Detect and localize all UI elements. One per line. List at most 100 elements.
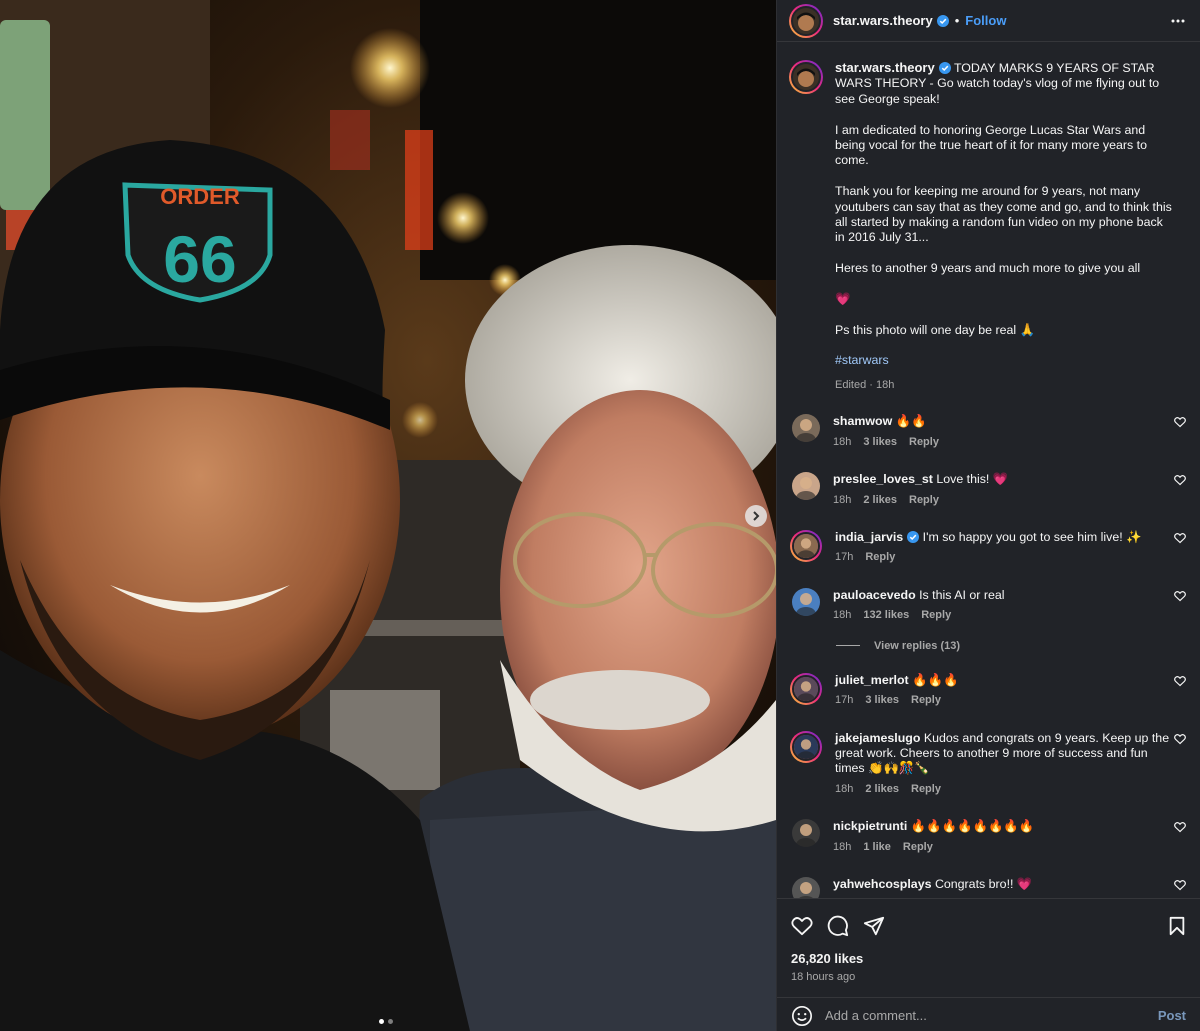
photo-scene: ORDER 66: [0, 0, 776, 1031]
comment-like-icon[interactable]: [1174, 821, 1186, 836]
post-footer: 26,820 likes 18 hours ago Post: [777, 898, 1200, 1026]
comment-body: india_jarvis I'm so happy you got to see…: [835, 530, 1170, 566]
commenter-avatar[interactable]: [790, 530, 822, 563]
avatar-image: [794, 534, 818, 559]
comment-text: 🔥🔥: [895, 414, 927, 429]
avatar-image: [792, 414, 820, 443]
comment-like-icon[interactable]: [1174, 532, 1186, 547]
comment-username[interactable]: preslee_loves_st: [833, 472, 933, 486]
reply-button[interactable]: Reply: [909, 494, 939, 506]
commenter-avatar[interactable]: [792, 876, 820, 898]
commenter-avatar[interactable]: [792, 414, 820, 443]
likes-count[interactable]: 26,820 likes: [791, 951, 1186, 966]
comment-like-icon[interactable]: [1174, 879, 1186, 894]
comment-time[interactable]: 17h: [835, 551, 853, 563]
reply-button[interactable]: Reply: [909, 436, 939, 448]
avatar-image: [792, 876, 820, 898]
author-avatar[interactable]: [789, 3, 823, 38]
reply-button[interactable]: Reply: [911, 783, 941, 795]
comment-meta: 18h 132 likes Reply: [833, 608, 1168, 623]
comment-likes[interactable]: 1 like: [863, 841, 891, 853]
comment-item: pauloacevedo Is this AI or real 18h 132 li…: [789, 587, 1186, 624]
carousel-dots: [379, 1019, 393, 1024]
reply-button[interactable]: Reply: [911, 694, 941, 706]
comment-likes[interactable]: 3 likes: [863, 436, 897, 448]
reply-button[interactable]: Reply: [865, 551, 895, 563]
comment-username[interactable]: india_jarvis: [835, 530, 903, 544]
next-photo-button[interactable]: [745, 505, 767, 527]
more-options-icon[interactable]: [1170, 13, 1186, 29]
view-replies-label: View replies (13): [874, 639, 961, 652]
caption: star.wars.theory TODAY MARKS 9 YEARS OF …: [789, 60, 1186, 393]
comment-text: Is this AI or real: [919, 587, 1005, 602]
commenter-avatar[interactable]: [792, 587, 820, 616]
hashtag-link[interactable]: #starwars: [835, 353, 889, 367]
comment-text: 🔥🔥🔥🔥🔥🔥🔥🔥: [910, 819, 1035, 834]
comment-like-icon[interactable]: [1174, 474, 1186, 489]
view-replies-button[interactable]: View replies (13): [836, 640, 1186, 652]
carousel-dot-1[interactable]: [379, 1019, 384, 1024]
comment-like-icon[interactable]: [1174, 416, 1186, 431]
comment-item: yahwehcosplays Congrats bro!! 💗16h2 like…: [789, 876, 1186, 898]
comment-username[interactable]: shamwow: [833, 414, 892, 428]
comment-likes[interactable]: 2 likes: [863, 494, 897, 506]
comment-likes[interactable]: 2 likes: [865, 783, 899, 795]
comment-username[interactable]: juliet_merlot: [835, 673, 909, 687]
comment-item: nickpietrunti 🔥🔥🔥🔥🔥🔥🔥🔥 18h 1 like Reply: [789, 819, 1186, 855]
post-time[interactable]: 18 hours ago: [791, 971, 1186, 983]
comment-likes[interactable]: 132 likes: [863, 609, 909, 621]
comment-meta: 18h 2 likes Reply: [833, 493, 1168, 508]
hat-number: 66: [163, 222, 236, 296]
follow-button[interactable]: Follow: [965, 13, 1006, 28]
share-icon[interactable]: [863, 915, 885, 937]
reply-button[interactable]: Reply: [921, 609, 951, 621]
like-icon[interactable]: [791, 916, 813, 936]
author-avatar-image: [797, 12, 815, 31]
comment-item: jakejameslugo Kudos and congrats on 9 ye…: [789, 730, 1186, 798]
save-bookmark-icon[interactable]: [1168, 916, 1186, 936]
comment-body: nickpietrunti 🔥🔥🔥🔥🔥🔥🔥🔥 18h 1 like Reply: [833, 819, 1168, 855]
post-comment-button[interactable]: Post: [1158, 1008, 1186, 1023]
commenter-avatar[interactable]: [792, 819, 820, 848]
comment-time[interactable]: 18h: [833, 609, 851, 621]
comment-like-icon[interactable]: [1174, 733, 1186, 748]
comment-time[interactable]: 17h: [835, 694, 853, 706]
comment-body: jakejameslugo Kudos and congrats on 9 ye…: [835, 731, 1170, 798]
comment-time[interactable]: 18h: [833, 494, 851, 506]
comment-likes[interactable]: 3 likes: [865, 694, 899, 706]
carousel-dot-2[interactable]: [388, 1019, 393, 1024]
avatar-image: [794, 734, 818, 759]
caption-paragraph: Ps this photo will one day be real 🙏: [835, 322, 1036, 337]
commenter-avatar[interactable]: [790, 730, 822, 763]
comment-meta: 18h 3 likes Reply: [833, 435, 1168, 450]
comment-time[interactable]: 18h: [835, 783, 853, 795]
hat-text: ORDER: [160, 184, 240, 209]
commenter-avatar[interactable]: [790, 672, 822, 705]
avatar-image: [794, 676, 818, 701]
comment-time[interactable]: 18h: [833, 841, 851, 853]
comment-username[interactable]: nickpietrunti: [833, 819, 907, 833]
comment-like-icon[interactable]: [1174, 675, 1186, 690]
post-modal: ORDER 66 star.wars.theory • Follow star.…: [0, 0, 1200, 1031]
caption-paragraph: Thank you for keeping me around for 9 ye…: [835, 184, 1172, 245]
commenter-avatar[interactable]: [792, 472, 820, 501]
comments-scroll-area[interactable]: star.wars.theory TODAY MARKS 9 YEARS OF …: [777, 43, 1200, 898]
comment-icon[interactable]: [827, 915, 849, 937]
comment-username[interactable]: yahwehcosplays: [833, 877, 931, 891]
reply-button[interactable]: Reply: [903, 841, 933, 853]
comment-time[interactable]: 18h: [833, 436, 851, 448]
caption-paragraph: I am dedicated to honoring George Lucas …: [835, 122, 1147, 168]
comment-meta: 17h 3 likes Reply: [835, 693, 1170, 708]
comment-username[interactable]: jakejameslugo: [835, 731, 920, 745]
caption-avatar[interactable]: [789, 60, 823, 94]
post-photo: ORDER 66: [0, 0, 776, 1031]
comment-like-icon[interactable]: [1174, 590, 1186, 605]
emoji-icon[interactable]: [791, 1005, 813, 1027]
author-username[interactable]: star.wars.theory: [833, 13, 933, 28]
comment-input[interactable]: [825, 1008, 1158, 1023]
comment-item: india_jarvis I'm so happy you got to see…: [789, 530, 1186, 566]
comment-username[interactable]: pauloacevedo: [833, 588, 916, 602]
header-separator: •: [954, 13, 960, 28]
caption-username[interactable]: star.wars.theory: [835, 60, 935, 75]
comment-body: juliet_merlot 🔥🔥🔥 17h 3 likes Reply: [835, 673, 1170, 709]
